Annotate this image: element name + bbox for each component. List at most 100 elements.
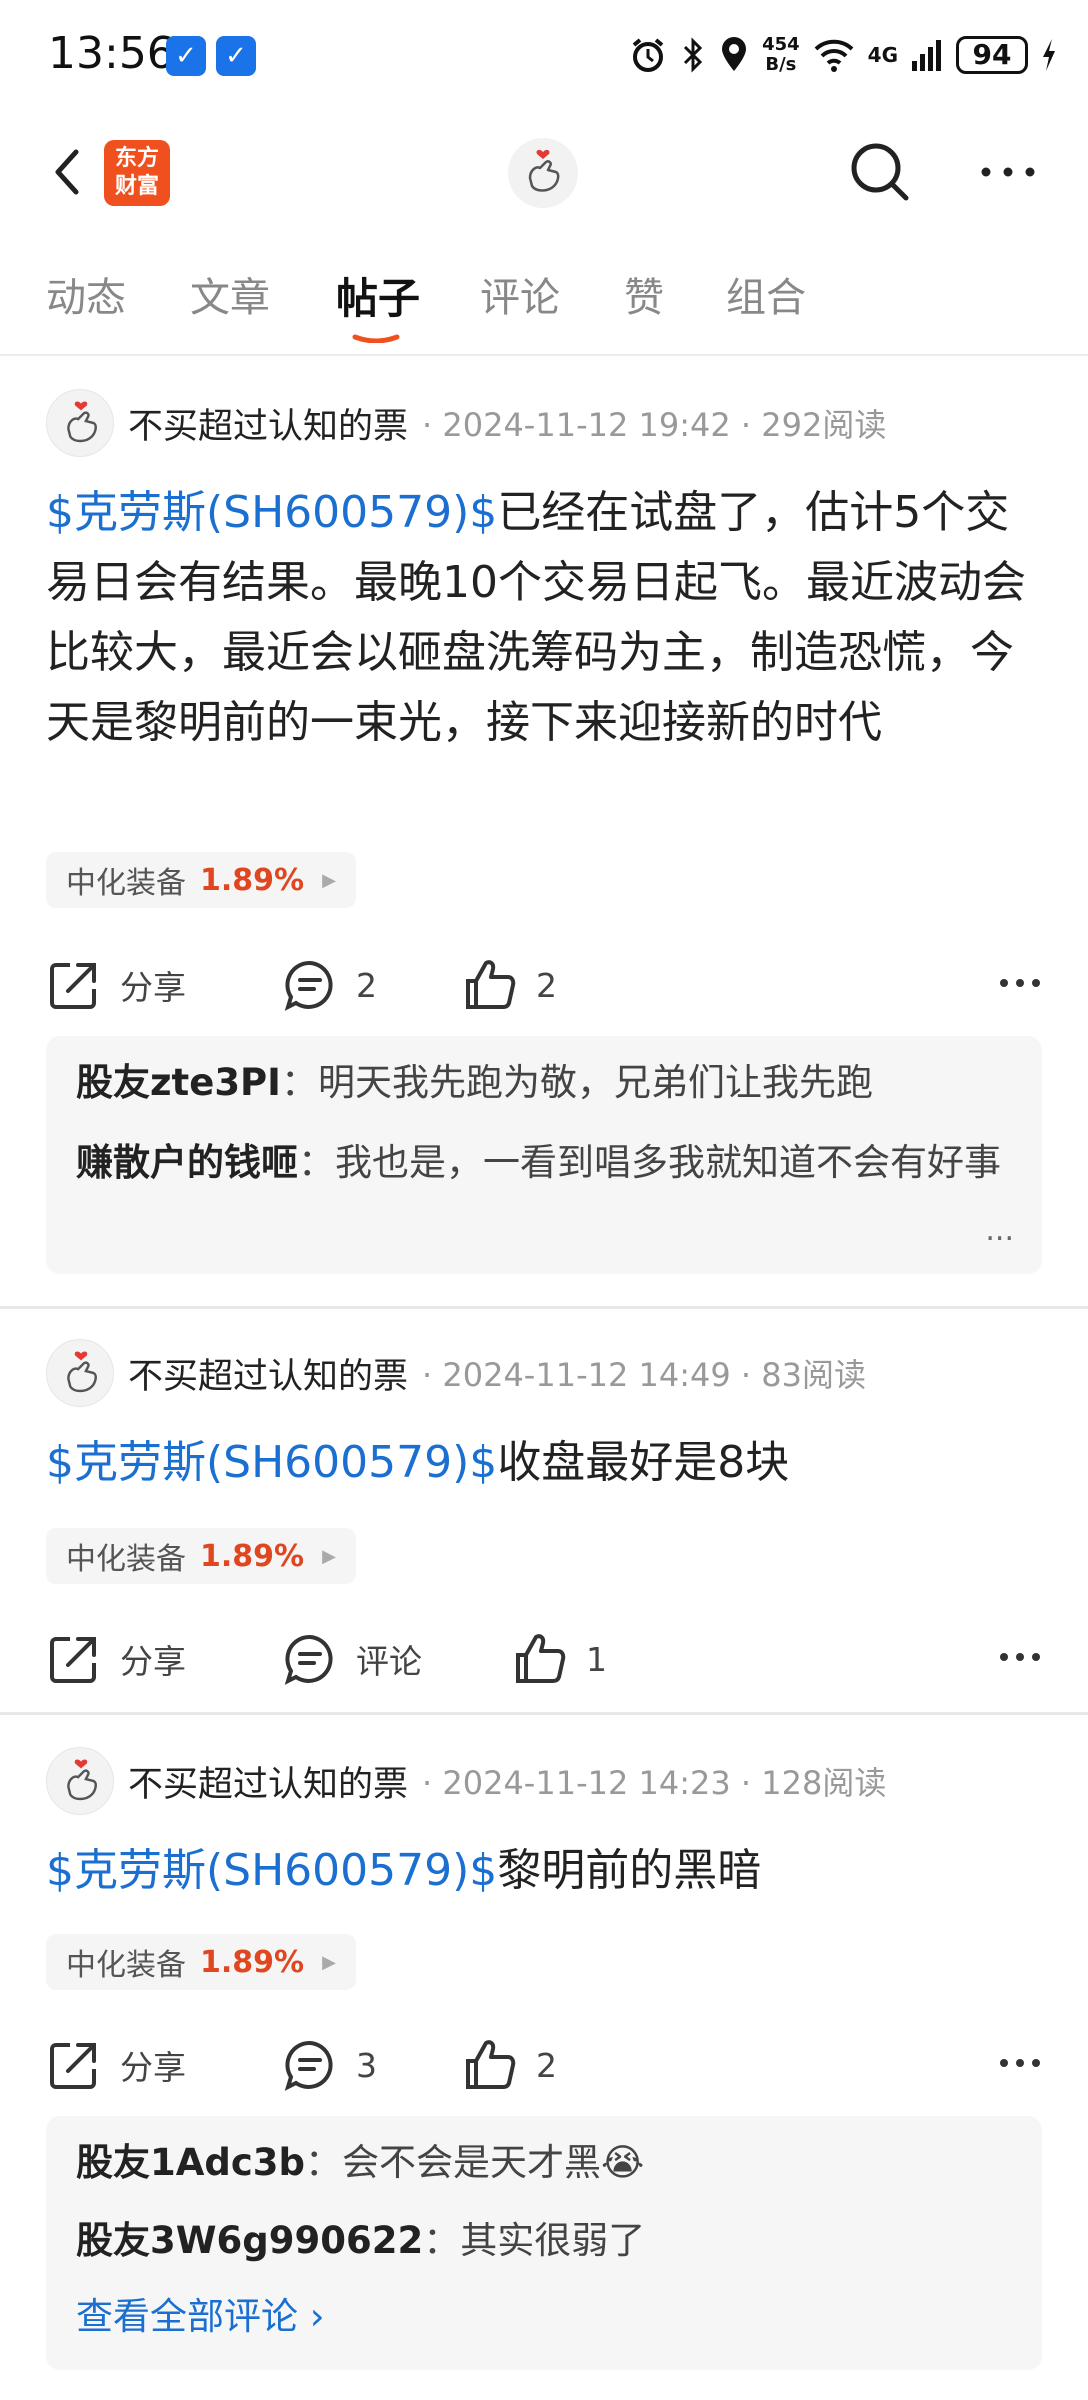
- share-icon: [50, 2043, 96, 2089]
- finger-heart-icon: [528, 149, 560, 192]
- finger-heart-icon: [67, 1759, 97, 1801]
- comment-item: 赚散户的钱咂：我也是，一看到唱多我就知道不会有好事: [76, 1141, 1001, 1184]
- back-arrow-icon[interactable]: [40, 142, 100, 202]
- stock-link[interactable]: $克劳斯(SH600579)$: [46, 487, 497, 538]
- post-actions: 分享 2 2: [46, 950, 1046, 1020]
- post-card[interactable]: 不买超过认知的票 · 2024-11-12 14:23 · 128阅读 $克劳斯…: [0, 1716, 1088, 2400]
- comment-button[interactable]: 2: [282, 950, 377, 1020]
- share-icon: [50, 963, 96, 1009]
- chip-stock-name: 中化装备: [66, 1948, 186, 1983]
- comment-icon: [284, 2040, 333, 2091]
- stock-chip[interactable]: 中化装备 1.89% ▶: [46, 1528, 356, 1584]
- chip-stock-name: 中化装备: [66, 1542, 186, 1577]
- wifi-icon: [814, 39, 854, 72]
- post-content[interactable]: $克劳斯(SH600579)$收盘最好是8块: [46, 1428, 1046, 1498]
- share-button[interactable]: 分享: [46, 950, 186, 1020]
- comment-item: 股友1Adc3b：会不会是天才黑😭: [76, 2141, 645, 2184]
- comment-button[interactable]: 评论: [282, 1624, 422, 1694]
- network-speed: 454 B/s: [762, 34, 800, 75]
- comment-item: 股友3W6g990622：其实很弱了: [76, 2219, 646, 2262]
- post-more-icon[interactable]: [998, 1642, 1042, 1672]
- post-body: 收盘最好是8块: [497, 1437, 790, 1488]
- chip-stock-name: 中化装备: [66, 866, 186, 901]
- more-options-icon[interactable]: [976, 142, 1040, 202]
- post-body: 黎明前的黑暗: [497, 1845, 762, 1896]
- post-more-icon[interactable]: [998, 2048, 1042, 2078]
- profile-tabs: 动态 文章 帖子 评论 赞 组合: [0, 255, 1088, 355]
- comment-icon: [284, 960, 333, 1011]
- comment-preview[interactable]: 股友zte3PI：明天我先跑为敬，兄弟们让我先跑 赚散户的钱咂：我也是，一看到唱…: [46, 1036, 1042, 1274]
- notification-app-icon: ✓: [216, 36, 256, 76]
- post-content[interactable]: $克劳斯(SH600579)$黎明前的黑暗: [46, 1836, 1046, 1906]
- stock-chip[interactable]: 中化装备 1.89% ▶: [46, 852, 356, 908]
- post-author-row: 不买超过认知的票 · 2024-11-12 19:42 · 292阅读: [46, 388, 886, 458]
- post-divider: [0, 1712, 1088, 1715]
- author-avatar[interactable]: [46, 1747, 114, 1815]
- post-meta: · 2024-11-12 14:23 · 128阅读: [422, 1764, 887, 1802]
- active-tab-indicator: [352, 334, 400, 343]
- stock-link[interactable]: $克劳斯(SH600579)$: [46, 1845, 497, 1896]
- tab-likes[interactable]: 赞: [624, 265, 664, 323]
- tab-articles[interactable]: 文章: [190, 265, 270, 323]
- tab-dynamic[interactable]: 动态: [46, 265, 126, 323]
- author-avatar[interactable]: [46, 389, 114, 457]
- battery-indicator: 94: [956, 36, 1028, 74]
- chip-arrow-icon: ▶: [322, 869, 336, 891]
- author-name[interactable]: 不买超过认知的票: [128, 398, 408, 449]
- share-icon: [50, 1637, 96, 1683]
- post-author-row: 不买超过认知的票 · 2024-11-12 14:23 · 128阅读: [46, 1746, 886, 1816]
- chip-change-percent: 1.89%: [200, 862, 305, 898]
- like-button[interactable]: 2: [462, 950, 557, 1020]
- comment-icon: [284, 1634, 333, 1685]
- location-icon: [722, 37, 747, 71]
- status-bar: 13:56 ✓ ✓ 454 B/s 4G 94: [0, 0, 1088, 110]
- tab-portfolio[interactable]: 组合: [726, 265, 806, 323]
- chip-arrow-icon: ▶: [322, 1951, 336, 1973]
- comment-button[interactable]: 3: [282, 2030, 377, 2100]
- user-avatar[interactable]: [508, 138, 578, 208]
- finger-heart-icon: [67, 1351, 97, 1393]
- status-icons: 454 B/s 4G 94: [628, 30, 1058, 80]
- comment-item: 股友zte3PI：明天我先跑为敬，兄弟们让我先跑: [76, 1061, 873, 1104]
- thumbs-up-icon: [516, 1634, 566, 1683]
- top-nav-bar: 东方 财富: [0, 120, 1088, 230]
- post-card[interactable]: 不买超过认知的票 · 2024-11-12 19:42 · 292阅读 $克劳斯…: [0, 356, 1088, 1306]
- chip-arrow-icon: ▶: [322, 1545, 336, 1567]
- like-button[interactable]: 1: [512, 1624, 607, 1694]
- bluetooth-icon: [684, 37, 703, 73]
- post-divider: [0, 1306, 1088, 1309]
- post-more-icon[interactable]: [998, 968, 1042, 998]
- stock-chip[interactable]: 中化装备 1.89% ▶: [46, 1934, 356, 1990]
- post-meta: · 2024-11-12 14:49 · 83阅读: [422, 1356, 866, 1394]
- tab-comments[interactable]: 评论: [480, 265, 560, 323]
- author-name[interactable]: 不买超过认知的票: [128, 1756, 408, 1807]
- post-card[interactable]: 不买超过认知的票 · 2024-11-12 14:49 · 83阅读 $克劳斯(…: [0, 1310, 1088, 1710]
- alarm-icon: [632, 38, 664, 72]
- chip-change-percent: 1.89%: [200, 1944, 305, 1980]
- charging-icon: [1043, 39, 1055, 71]
- like-button[interactable]: 2: [462, 2030, 557, 2100]
- stock-link[interactable]: $克劳斯(SH600579)$: [46, 1437, 497, 1488]
- post-actions: 分享 评论 1: [46, 1624, 1046, 1694]
- tab-posts[interactable]: 帖子: [336, 265, 420, 326]
- eastmoney-logo: 东方 财富: [104, 140, 170, 206]
- post-content[interactable]: $克劳斯(SH600579)$已经在试盘了，估计5个交易日会有结果。最晚10个交…: [46, 478, 1046, 758]
- share-button[interactable]: 分享: [46, 1624, 186, 1694]
- thumbs-up-icon: [466, 2040, 516, 2089]
- thumbs-up-icon: [466, 960, 516, 1009]
- author-avatar[interactable]: [46, 1339, 114, 1407]
- network-type: 4G: [867, 43, 898, 67]
- post-author-row: 不买超过认知的票 · 2024-11-12 14:49 · 83阅读: [46, 1338, 866, 1408]
- post-actions: 分享 3 2: [46, 2030, 1046, 2100]
- status-time: 13:56: [48, 28, 175, 79]
- share-button[interactable]: 分享: [46, 2030, 186, 2100]
- chip-change-percent: 1.89%: [200, 1538, 305, 1574]
- comment-ellipsis: ...: [985, 1213, 1014, 1248]
- notification-app-icon: ✓: [166, 36, 206, 76]
- view-all-comments-link[interactable]: 查看全部评论 ›: [76, 2288, 1012, 2346]
- signal-icon: [912, 40, 941, 71]
- comment-preview[interactable]: 股友1Adc3b：会不会是天才黑😭 股友3W6g990622：其实很弱了 查看全…: [46, 2116, 1042, 2370]
- author-name[interactable]: 不买超过认知的票: [128, 1348, 408, 1399]
- finger-heart-icon: [67, 401, 97, 443]
- search-icon[interactable]: [844, 136, 916, 208]
